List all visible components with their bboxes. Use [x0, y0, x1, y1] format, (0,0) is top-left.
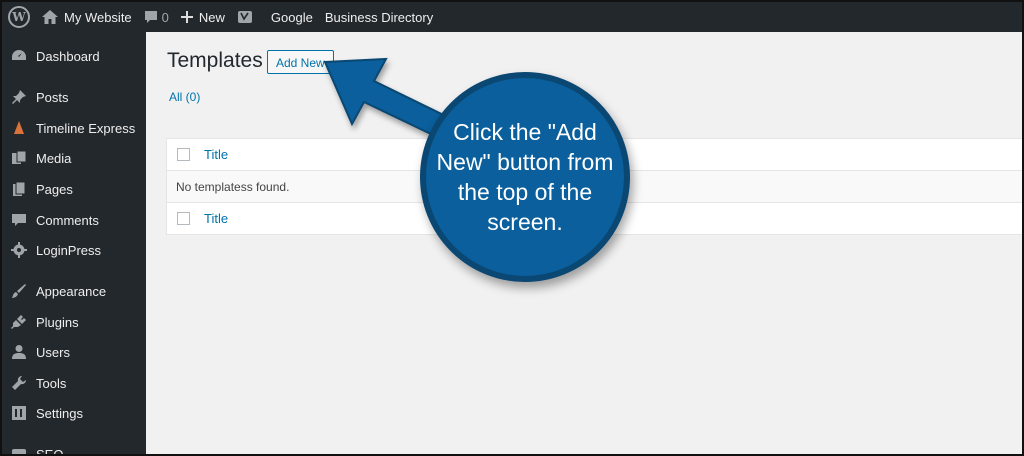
callout-text: Click the "Add New" button from the top … — [436, 119, 614, 235]
screenshot-frame: W My Website 0 New Google Business Direc… — [0, 0, 1024, 456]
annotation-callout: Click the "Add New" button from the top … — [420, 72, 630, 282]
